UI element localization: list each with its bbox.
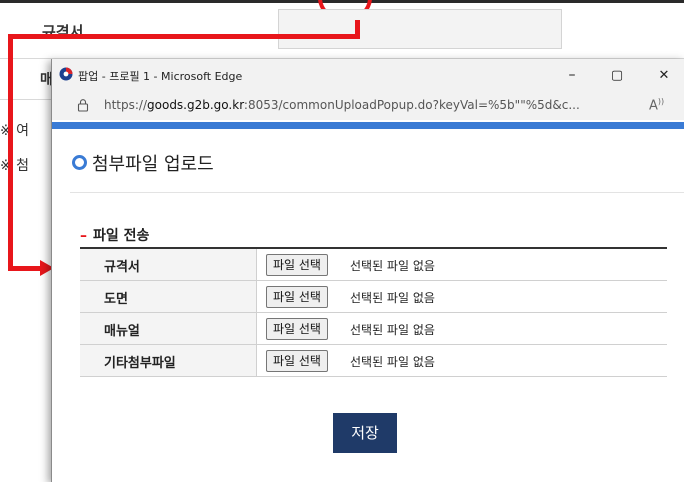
- accent-strip: [52, 122, 684, 129]
- row-header: 매뉴얼: [80, 313, 257, 344]
- title-divider: [70, 192, 684, 193]
- file-select-button[interactable]: 파일 선택: [266, 318, 328, 340]
- file-status-text: 선택된 파일 없음: [350, 291, 435, 305]
- file-status-text: 선택된 파일 없음: [350, 259, 435, 273]
- background-input-box[interactable]: [278, 9, 562, 49]
- background-row-spec: 규격서: [0, 3, 684, 59]
- table-row: 도면 파일 선택 선택된 파일 없음: [80, 281, 667, 313]
- address-bar[interactable]: https://goods.g2b.go.kr:8053/commonUploa…: [52, 90, 684, 120]
- table-row: 기타첨부파일 파일 선택 선택된 파일 없음: [80, 345, 667, 377]
- file-select-button[interactable]: 파일 선택: [266, 286, 328, 308]
- save-button[interactable]: 저장: [333, 413, 397, 453]
- table-row: 매뉴얼 파일 선택 선택된 파일 없음: [80, 313, 667, 345]
- app-logo-icon: [59, 67, 73, 81]
- popup-content: 첨부파일 업로드 – 파일 전송 규격서 파일 선택 선택된 파일 없음 도면 파…: [52, 129, 684, 482]
- row-header: 규격서: [80, 249, 257, 280]
- background-note-1: ※ 여: [0, 123, 30, 139]
- read-aloud-icon[interactable]: A)): [649, 97, 664, 113]
- page-title: 첨부파일 업로드: [92, 154, 214, 175]
- window-title: 팝업 - 프로필 1 - Microsoft Edge: [78, 70, 243, 83]
- file-select-button[interactable]: 파일 선택: [266, 350, 328, 372]
- table-row: 규격서 파일 선택 선택된 파일 없음: [80, 249, 667, 281]
- title-bullet-icon: [72, 155, 87, 170]
- window-titlebar[interactable]: 팝업 - 프로필 1 - Microsoft Edge – ▢ ✕: [52, 59, 684, 90]
- minimize-button[interactable]: –: [552, 62, 592, 88]
- section-title: 파일 전송: [93, 228, 150, 244]
- file-status-text: 선택된 파일 없음: [350, 355, 435, 369]
- row-header: 도면: [80, 281, 257, 312]
- row-header: 기타첨부파일: [80, 345, 257, 376]
- upload-table: 규격서 파일 선택 선택된 파일 없음 도면 파일 선택 선택된 파일 없음 매…: [80, 247, 667, 377]
- file-select-button[interactable]: 파일 선택: [266, 254, 328, 276]
- popup-window: 팝업 - 프로필 1 - Microsoft Edge – ▢ ✕ https:…: [51, 59, 684, 482]
- section-dash-icon: –: [80, 228, 87, 244]
- background-note-2: ※ 첨: [0, 158, 30, 174]
- lock-icon[interactable]: [76, 98, 90, 112]
- file-status-text: 선택된 파일 없음: [350, 323, 435, 337]
- close-button[interactable]: ✕: [644, 62, 684, 88]
- url-text[interactable]: https://goods.g2b.go.kr:8053/commonUploa…: [104, 98, 580, 112]
- maximize-button[interactable]: ▢: [597, 62, 637, 88]
- section-header: – 파일 전송: [80, 225, 149, 245]
